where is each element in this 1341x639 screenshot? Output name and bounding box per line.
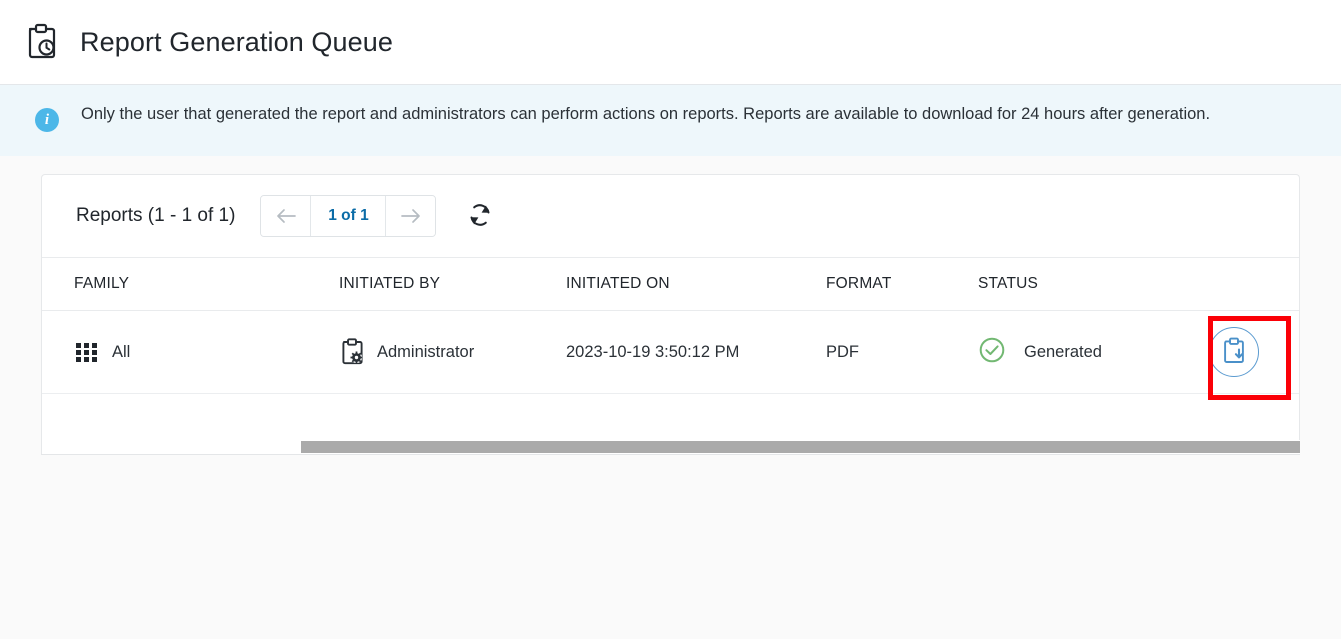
arrow-left-icon	[275, 208, 297, 224]
column-header-initiated-by: INITIATED BY	[339, 275, 440, 293]
clipboard-clock-icon	[24, 23, 58, 61]
page-header: Report Generation Queue	[0, 0, 1341, 85]
refresh-button[interactable]	[462, 198, 498, 234]
info-banner-message: Only the user that generated the report …	[81, 101, 1210, 127]
cell-initiated-by-value: Administrator	[377, 343, 474, 362]
status-badge: Generated	[1024, 343, 1102, 362]
table-header-row: FAMILY INITIATED BY INITIATED ON FORMAT …	[42, 258, 1299, 311]
column-header-initiated-on: INITIATED ON	[566, 275, 670, 293]
column-header-family: FAMILY	[74, 275, 129, 293]
report-generation-queue-page: Report Generation Queue i Only the user …	[0, 0, 1341, 639]
info-icon: i	[35, 108, 59, 132]
cell-family: All	[74, 339, 130, 365]
page-title: Report Generation Queue	[80, 27, 393, 58]
reports-count-label: Reports (1 - 1 of 1)	[76, 205, 235, 227]
table-row[interactable]: All	[42, 311, 1299, 394]
card-bottom-border	[41, 454, 1300, 455]
check-circle-icon	[978, 336, 1006, 369]
arrow-right-icon	[400, 208, 422, 224]
cell-actions	[1209, 327, 1259, 377]
next-page-button[interactable]	[386, 196, 435, 236]
page-indicator[interactable]: 1 of 1	[311, 196, 385, 236]
cell-initiated-by: Administrator	[339, 338, 474, 366]
info-banner: i Only the user that generated the repor…	[0, 85, 1341, 156]
download-report-button[interactable]	[1209, 327, 1259, 377]
cell-initiated-on: 2023-10-19 3:50:12 PM	[566, 343, 739, 362]
refresh-icon	[466, 201, 494, 232]
grid-apps-icon	[74, 339, 100, 365]
reports-toolbar: Reports (1 - 1 of 1) 1 of 1	[42, 175, 1299, 258]
horizontal-scrollbar-track[interactable]	[42, 440, 1300, 454]
clipboard-gear-icon	[339, 338, 365, 366]
cell-status: Generated	[978, 336, 1102, 369]
horizontal-scrollbar-thumb[interactable]	[301, 441, 1300, 453]
reports-table: FAMILY INITIATED BY INITIATED ON FORMAT …	[42, 258, 1299, 394]
cell-family-value: All	[112, 343, 130, 362]
column-header-status: STATUS	[978, 275, 1038, 293]
column-header-format: FORMAT	[826, 275, 892, 293]
pagination-group: 1 of 1	[260, 195, 436, 237]
reports-card: Reports (1 - 1 of 1) 1 of 1	[41, 174, 1300, 454]
clipboard-download-icon	[1221, 337, 1247, 368]
previous-page-button[interactable]	[261, 196, 310, 236]
cell-format: PDF	[826, 343, 859, 362]
